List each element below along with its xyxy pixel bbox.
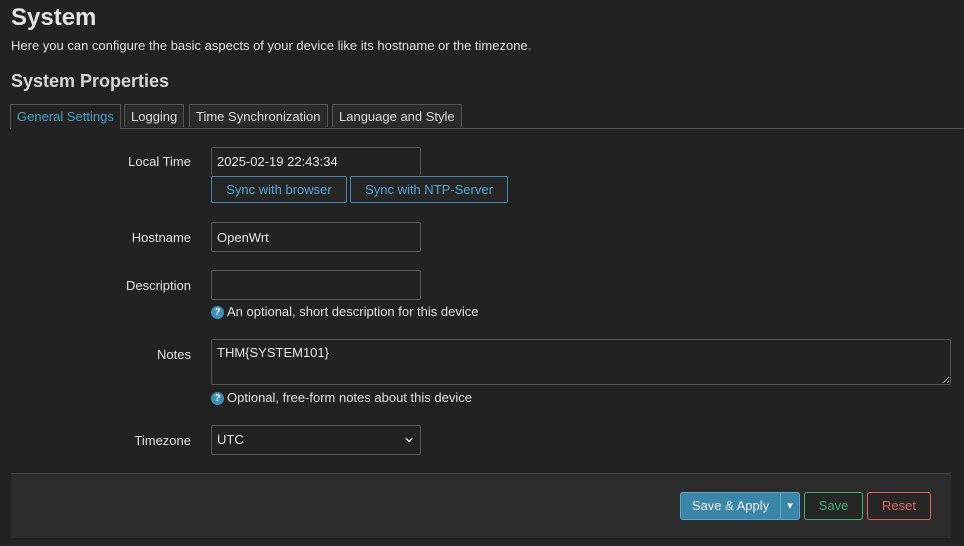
- sync-with-browser-button[interactable]: Sync with browser: [211, 176, 347, 203]
- local-time-label: Local Time: [128, 154, 191, 169]
- description-label: Description: [125, 278, 191, 293]
- timezone-value: UTC: [217, 432, 244, 447]
- hostname-label: Hostname: [131, 230, 191, 245]
- tab-bar: General Settings Logging Time Synchroniz…: [10, 104, 964, 129]
- page-title: System: [11, 4, 97, 31]
- description-input[interactable]: [211, 270, 421, 300]
- hostname-input[interactable]: [211, 222, 421, 252]
- local-time-field: 2025-02-19 22:43:34: [211, 147, 421, 176]
- notes-help: ? Optional, free-form notes about this de…: [211, 390, 472, 405]
- save-apply-dropdown-toggle[interactable]: ▾: [780, 492, 800, 520]
- notes-textarea[interactable]: THM{SYSTEM101}: [211, 339, 951, 385]
- notes-help-text: Optional, free-form notes about this dev…: [227, 390, 472, 405]
- tab-time-synchronization[interactable]: Time Synchronization: [189, 104, 328, 127]
- timezone-label: Timezone: [134, 433, 191, 448]
- sync-with-ntp-server-button[interactable]: Sync with NTP-Server: [350, 176, 508, 203]
- help-icon: ?: [211, 392, 224, 405]
- save-button[interactable]: Save: [804, 492, 863, 520]
- form-actions-footer: Save & Apply ▾ Save Reset: [11, 473, 951, 538]
- help-icon: ?: [211, 306, 224, 319]
- timezone-select[interactable]: UTC: [211, 425, 421, 455]
- tab-language-and-style[interactable]: Language and Style: [332, 104, 462, 127]
- description-help-text: An optional, short description for this …: [227, 304, 479, 319]
- section-title: System Properties: [11, 71, 170, 91]
- tab-logging[interactable]: Logging: [124, 104, 185, 127]
- notes-label: Notes: [157, 347, 191, 362]
- reset-button[interactable]: Reset: [867, 492, 931, 520]
- description-help: ? An optional, short description for this…: [211, 304, 478, 319]
- save-and-apply-button[interactable]: Save & Apply: [680, 492, 781, 520]
- tab-general-settings[interactable]: General Settings: [10, 104, 121, 129]
- chevron-down-icon: [405, 437, 413, 443]
- page-description: Here you can configure the basic aspects…: [11, 38, 532, 53]
